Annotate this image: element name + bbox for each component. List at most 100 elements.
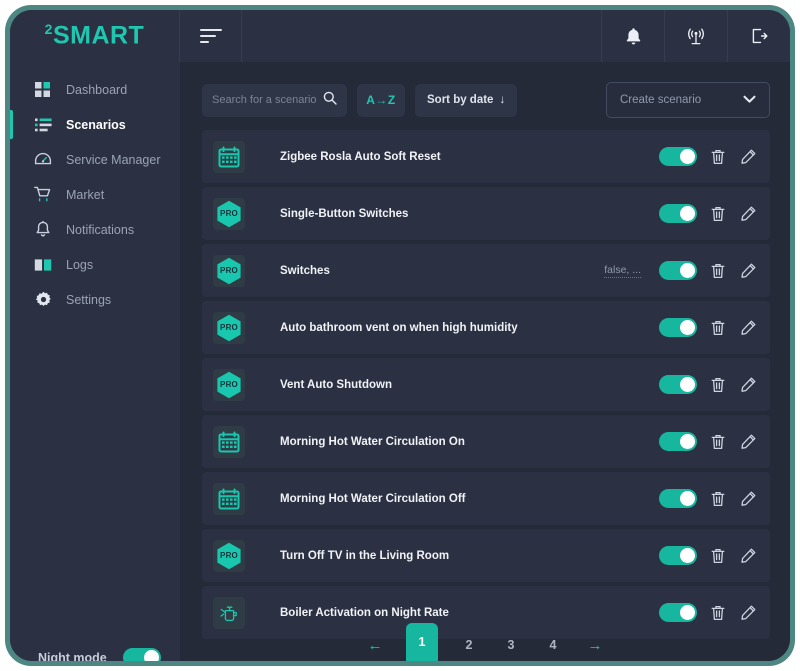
search-placeholder: Search for a scenario: [212, 94, 317, 106]
delete-button[interactable]: [711, 263, 725, 279]
night-mode-row[interactable]: Night mode: [10, 648, 180, 661]
bell-icon: [34, 221, 52, 239]
delete-button[interactable]: [711, 491, 725, 507]
table-row[interactable]: PRO Turn Off TV in the Living Room: [202, 529, 770, 582]
sort-direction-arrow: ↓: [499, 94, 506, 106]
delete-button[interactable]: [711, 377, 725, 393]
edit-button[interactable]: [741, 320, 756, 335]
sidebar-item-scenarios[interactable]: Scenarios: [10, 107, 180, 142]
dashboard-icon: [34, 81, 52, 99]
sidebar-item-dashboard[interactable]: Dashboard: [10, 72, 180, 107]
edit-button[interactable]: [741, 206, 756, 221]
scenarios-list: Zigbee Rosla Auto Soft Reset PRO Single-…: [202, 130, 770, 639]
edit-button[interactable]: [741, 149, 756, 164]
scenario-enable-toggle[interactable]: [659, 489, 697, 508]
scenario-title: Vent Auto Shutdown: [280, 378, 393, 391]
sidebar-item-label: Dashboard: [66, 82, 128, 97]
scenario-title: Auto bathroom vent on when high humidity: [280, 321, 518, 334]
scenario-title: Morning Hot Water Circulation Off: [280, 492, 466, 505]
pro-badge-text: PRO: [220, 380, 238, 389]
table-row[interactable]: PRO Auto bathroom vent on when high humi…: [202, 301, 770, 354]
scenarios-toolbar: Search for a scenario A→Z Sort by date ↓…: [202, 82, 770, 118]
create-scenario-select[interactable]: Create scenario: [606, 82, 770, 118]
table-row[interactable]: Zigbee Rosla Auto Soft Reset: [202, 130, 770, 183]
pagination-page-1[interactable]: 1: [406, 623, 438, 661]
toggle-knob: [680, 320, 695, 335]
table-row[interactable]: Morning Hot Water Circulation On: [202, 415, 770, 468]
sidebar-item-label: Settings: [66, 292, 112, 307]
top-header: 2SMART: [10, 10, 790, 62]
header-broadcast-button[interactable]: [664, 10, 727, 62]
main-content: Search for a scenario A→Z Sort by date ↓…: [180, 62, 790, 661]
pagination-page-4[interactable]: 4: [542, 629, 564, 661]
scenario-value: false, ...: [604, 263, 641, 278]
scenario-enable-toggle[interactable]: [659, 546, 697, 565]
edit-button[interactable]: [741, 377, 756, 392]
sort-date-button[interactable]: Sort by date ↓: [415, 83, 518, 117]
sidebar-item-notifications[interactable]: Notifications: [10, 212, 180, 247]
pro-badge-icon: PRO: [213, 539, 245, 572]
pro-badge-text: PRO: [220, 209, 238, 218]
scenario-enable-toggle[interactable]: [659, 261, 697, 280]
scenario-enable-toggle[interactable]: [659, 204, 697, 223]
table-row[interactable]: PRO Vent Auto Shutdown: [202, 358, 770, 411]
toggle-knob: [680, 434, 695, 449]
hamburger-icon: [199, 29, 222, 43]
table-row[interactable]: PRO Switches false, ...: [202, 244, 770, 297]
sidebar-item-label: Service Manager: [66, 152, 161, 167]
night-mode-label: Night mode: [38, 650, 107, 662]
sidebar-item-logs[interactable]: Logs: [10, 247, 180, 282]
calendar-icon: [213, 482, 245, 515]
scenario-enable-toggle[interactable]: [659, 147, 697, 166]
calendar-icon: [213, 140, 245, 173]
edit-button[interactable]: [741, 548, 756, 563]
chevron-down-icon: [743, 91, 756, 109]
table-row[interactable]: Morning Hot Water Circulation Off: [202, 472, 770, 525]
delete-button[interactable]: [711, 149, 725, 165]
search-icon: [323, 91, 337, 110]
search-input[interactable]: Search for a scenario: [202, 83, 347, 117]
scenario-enable-toggle[interactable]: [659, 432, 697, 451]
pagination-prev-button[interactable]: ←: [364, 629, 386, 661]
bell-icon: [625, 27, 642, 46]
sidebar-item-market[interactable]: Market: [10, 177, 180, 212]
pagination-next-button[interactable]: →: [584, 629, 606, 661]
sidebar-item-service-manager[interactable]: Service Manager: [10, 142, 180, 177]
edit-button[interactable]: [741, 491, 756, 506]
table-row[interactable]: PRO Single-Button Switches: [202, 187, 770, 240]
brand-sup: 2: [44, 21, 53, 38]
menu-toggle-button[interactable]: [180, 10, 242, 62]
header-logout-button[interactable]: [727, 10, 790, 62]
pagination: ← 1 2 3 4 →: [180, 617, 790, 661]
pagination-page-3[interactable]: 3: [500, 629, 522, 661]
toggle-knob: [680, 548, 695, 563]
delete-button[interactable]: [711, 320, 725, 336]
calendar-icon: [213, 425, 245, 458]
sort-alpha-button[interactable]: A→Z: [357, 83, 405, 117]
pro-badge-text: PRO: [220, 266, 238, 275]
sidebar-item-settings[interactable]: Settings: [10, 282, 180, 317]
delete-button[interactable]: [711, 434, 725, 450]
scenario-enable-toggle[interactable]: [659, 318, 697, 337]
pro-badge-icon: PRO: [213, 197, 245, 230]
edit-button[interactable]: [741, 434, 756, 449]
delete-button[interactable]: [711, 206, 725, 222]
edit-button[interactable]: [741, 263, 756, 278]
create-scenario-label: Create scenario: [620, 94, 702, 106]
pagination-page-2[interactable]: 2: [458, 629, 480, 661]
header-notifications-button[interactable]: [601, 10, 664, 62]
delete-button[interactable]: [711, 548, 725, 564]
brand-logo-text: 2SMART: [45, 21, 145, 50]
sidebar-item-label: Logs: [66, 257, 94, 272]
sort-alpha-label: A→Z: [366, 93, 396, 107]
night-mode-toggle[interactable]: [122, 648, 161, 661]
list-icon: [34, 116, 52, 134]
cart-icon: [34, 186, 52, 204]
scenario-enable-toggle[interactable]: [659, 375, 697, 394]
brand-logo[interactable]: 2SMART: [10, 10, 180, 62]
pro-badge-icon: PRO: [213, 254, 245, 287]
scenario-title: Single-Button Switches: [280, 207, 409, 220]
toggle-knob: [680, 263, 695, 278]
pro-badge-icon: PRO: [213, 368, 245, 401]
scenario-title: Turn Off TV in the Living Room: [280, 549, 450, 562]
